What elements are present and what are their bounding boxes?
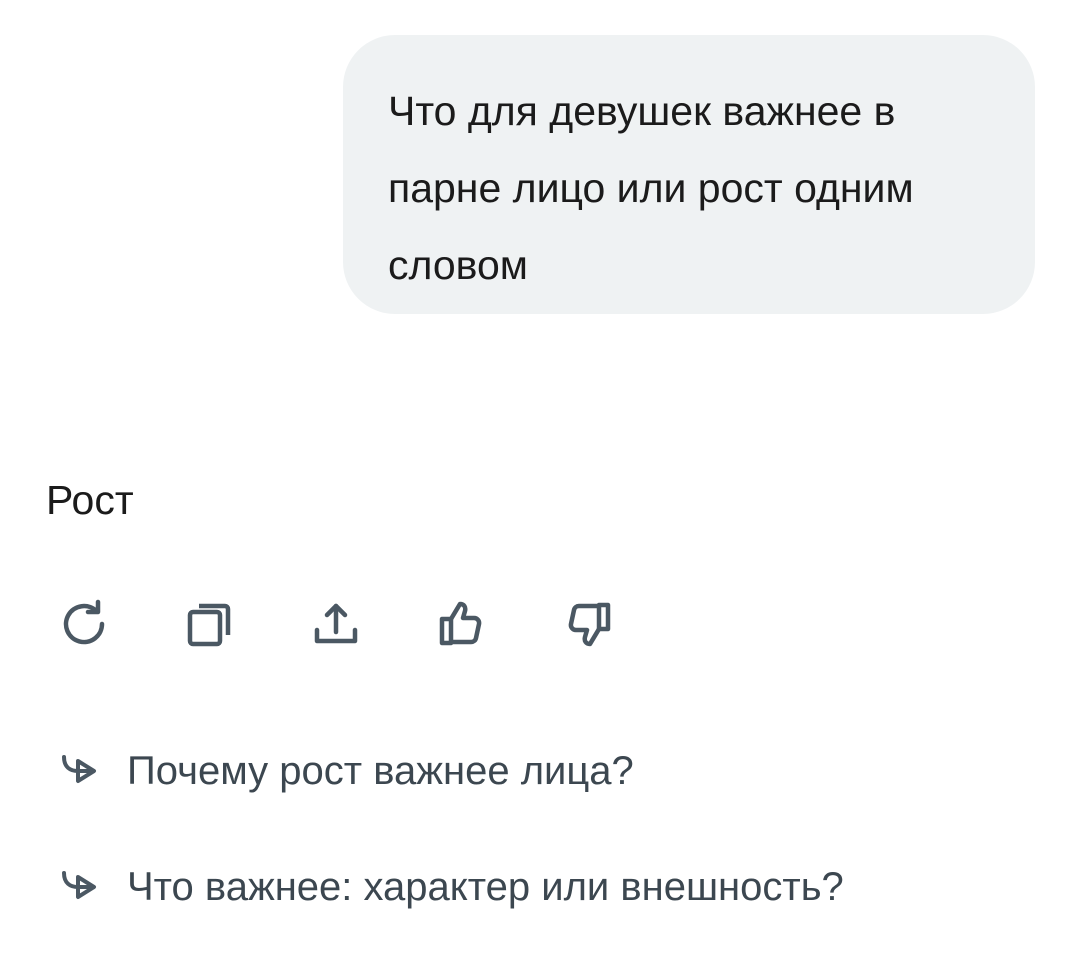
assistant-message-text: Рост (46, 477, 134, 523)
thumbs-up-button[interactable] (434, 596, 490, 652)
suggestion-text: Что важнее: характер или внешность? (127, 864, 844, 909)
chat-page: Что для девушек важнее в парне лицо или … (0, 0, 1080, 955)
suggestion-item[interactable]: Почему рост важнее лица? (58, 741, 634, 801)
suggestion-text: Почему рост важнее лица? (127, 748, 634, 793)
thumbs-down-icon (568, 602, 611, 647)
copy-button[interactable] (182, 596, 238, 652)
share-button[interactable] (308, 596, 364, 652)
thumbs-down-button[interactable] (560, 596, 616, 652)
follow-up-arrow-icon (58, 749, 102, 793)
suggestion-item[interactable]: Что важнее: характер или внешность? (58, 857, 844, 917)
regenerate-icon (63, 599, 105, 645)
regenerate-button[interactable] (56, 596, 112, 652)
thumbs-up-icon (439, 601, 482, 646)
user-message-text: Что для девушек важнее в парне лицо или … (388, 88, 914, 288)
user-message-bubble: Что для девушек важнее в парне лицо или … (343, 35, 1035, 314)
message-actions-toolbar (56, 596, 686, 652)
share-icon (314, 603, 358, 644)
follow-up-arrow-icon (58, 865, 102, 909)
copy-icon (187, 603, 231, 647)
